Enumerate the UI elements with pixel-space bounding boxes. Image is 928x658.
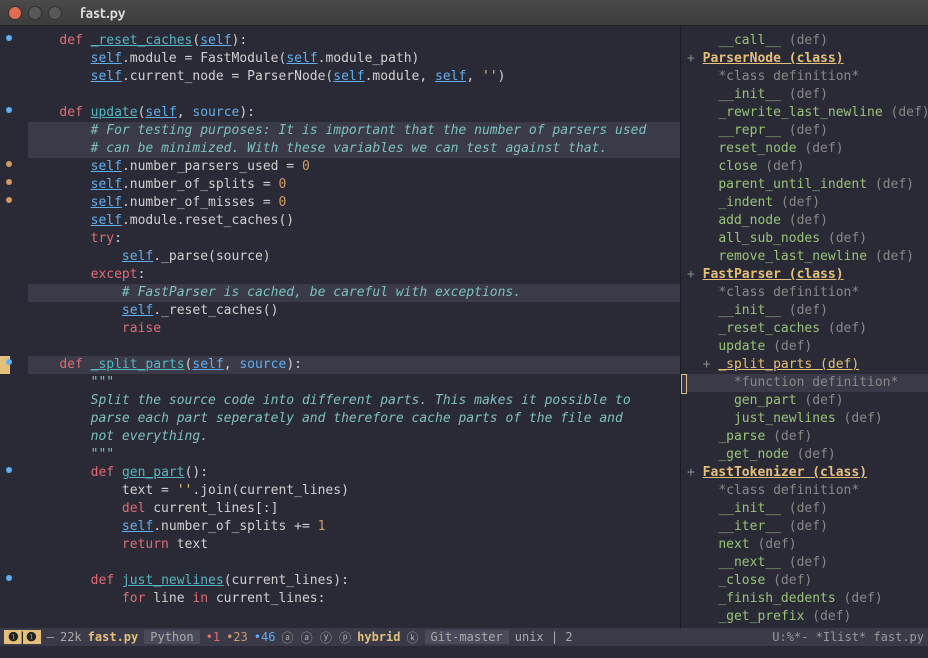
fold-marker-icon[interactable] <box>6 35 12 41</box>
status-dash: — <box>47 630 54 644</box>
outline-item[interactable]: __init__ (def) <box>681 86 928 104</box>
outline-item[interactable]: __call__ (def) <box>681 32 928 50</box>
minimize-icon[interactable] <box>28 6 42 20</box>
code-line[interactable]: self.current_node = ParserNode(self.modu… <box>28 68 680 86</box>
window-title: fast.py <box>80 5 125 21</box>
code-pane[interactable]: def _reset_caches(self): self.module = F… <box>0 26 680 628</box>
code-line[interactable]: def update(self, source): <box>28 104 680 122</box>
outline-item[interactable]: _get_prefix (def) <box>681 608 928 626</box>
code-line[interactable]: self._parse(source) <box>28 248 680 266</box>
code-line[interactable]: return text <box>28 536 680 554</box>
code-line[interactable]: # can be minimized. With these variables… <box>28 140 680 158</box>
outline-item[interactable]: *class definition* <box>681 68 928 86</box>
code-line[interactable]: self.module = FastModule(self.module_pat… <box>28 50 680 68</box>
outline-item[interactable]: *class definition* <box>681 284 928 302</box>
outline-item[interactable]: update (def) <box>681 338 928 356</box>
status-hybrid: hybrid <box>357 630 400 644</box>
code-line[interactable]: def gen_part(): <box>28 464 680 482</box>
status-size: 22k <box>60 630 82 644</box>
outline-item[interactable]: add_node (def) <box>681 212 928 230</box>
code-line[interactable]: self.number_of_splits = 0 <box>28 176 680 194</box>
outline-item[interactable]: _finish_dedents (def) <box>681 590 928 608</box>
status-err-blue[interactable]: •46 <box>254 630 276 644</box>
outline-item[interactable]: remove_last_newline (def) <box>681 248 928 266</box>
status-err-orange[interactable]: •23 <box>226 630 248 644</box>
outline-item[interactable]: _reset_caches (def) <box>681 320 928 338</box>
outline-item[interactable]: __next__ (def) <box>681 554 928 572</box>
code-line[interactable] <box>28 86 680 104</box>
code-line[interactable]: self._reset_caches() <box>28 302 680 320</box>
code-line[interactable]: self.number_of_misses = 0 <box>28 194 680 212</box>
status-right: U:%*- *Ilist* fast.py <box>772 630 924 644</box>
code-line[interactable]: try: <box>28 230 680 248</box>
outline-item[interactable]: _indent (def) <box>681 194 928 212</box>
code-line[interactable] <box>28 554 680 572</box>
outline-item[interactable]: close (def) <box>681 158 928 176</box>
outline-item[interactable]: reset_node (def) <box>681 140 928 158</box>
code-line[interactable]: def just_newlines(current_lines): <box>28 572 680 590</box>
status-git[interactable]: Git-master <box>425 630 509 644</box>
outline-item[interactable]: + ParserNode (class) <box>681 50 928 68</box>
code-line[interactable]: """ <box>28 446 680 464</box>
outline-item[interactable]: __repr__ (def) <box>681 122 928 140</box>
outline-item[interactable]: gen_part (def) <box>681 392 928 410</box>
code-line[interactable]: parse each part seperately and therefore… <box>28 410 680 428</box>
fold-marker-icon[interactable] <box>6 179 12 185</box>
code-line[interactable]: Split the source code into different par… <box>28 392 680 410</box>
fold-marker-icon[interactable] <box>6 107 12 113</box>
status-err-red[interactable]: •1 <box>206 630 220 644</box>
outline-item[interactable]: _close (def) <box>681 572 928 590</box>
outline-item[interactable]: next (def) <box>681 536 928 554</box>
bottom-pad <box>0 646 928 658</box>
code-line[interactable]: # For testing purposes: It is important … <box>28 122 680 140</box>
outline-item[interactable]: _parse (def) <box>681 428 928 446</box>
code-line[interactable]: raise <box>28 320 680 338</box>
fold-marker-icon[interactable] <box>6 197 12 203</box>
status-enc: unix | 2 <box>515 630 573 644</box>
status-mode[interactable]: Python <box>144 630 199 644</box>
outline-item[interactable]: all_sub_nodes (def) <box>681 230 928 248</box>
close-icon[interactable] <box>8 6 22 20</box>
editor-area: def _reset_caches(self): self.module = F… <box>0 26 928 628</box>
status-file: fast.py <box>88 630 139 644</box>
fold-marker-icon[interactable] <box>6 575 12 581</box>
outline-item[interactable]: + FastTokenizer (class) <box>681 464 928 482</box>
outline-pane[interactable]: __call__ (def)+ ParserNode (class) *clas… <box>680 26 928 628</box>
outline-item[interactable]: _rewrite_last_newline (def) <box>681 104 928 122</box>
titlebar: fast.py <box>0 0 928 26</box>
fold-marker-icon[interactable] <box>6 161 12 167</box>
code-line[interactable]: text = ''.join(current_lines) <box>28 482 680 500</box>
outline-item[interactable]: just_newlines (def) <box>681 410 928 428</box>
maximize-icon[interactable] <box>48 6 62 20</box>
code-line[interactable] <box>28 338 680 356</box>
code-line[interactable]: not everything. <box>28 428 680 446</box>
code-line[interactable]: self.number_parsers_used = 0 <box>28 158 680 176</box>
outline-item[interactable]: __init__ (def) <box>681 302 928 320</box>
status-flags: ⓐ ⓐ ⓨ ⓟ <box>281 629 351 646</box>
outline-item[interactable]: __iter__ (def) <box>681 518 928 536</box>
outline-item[interactable]: *function definition* <box>681 374 928 392</box>
outline-item[interactable]: + FastParser (class) <box>681 266 928 284</box>
fold-marker-icon[interactable] <box>6 359 12 365</box>
code-line[interactable]: def _reset_caches(self): <box>28 32 680 50</box>
code-line[interactable]: for line in current_lines: <box>28 590 680 608</box>
outline-item[interactable]: parent_until_indent (def) <box>681 176 928 194</box>
statusbar: ❶|❶ — 22k fast.py Python •1 •23 •46 ⓐ ⓐ … <box>0 628 928 646</box>
code-line[interactable]: del current_lines[:] <box>28 500 680 518</box>
gutter <box>0 26 22 628</box>
status-circ: ⓚ <box>406 629 418 646</box>
fold-marker-icon[interactable] <box>6 467 12 473</box>
status-warn[interactable]: ❶|❶ <box>4 630 41 644</box>
code-line[interactable]: self.number_of_splits += 1 <box>28 518 680 536</box>
code-line[interactable]: except: <box>28 266 680 284</box>
outline-item[interactable]: *class definition* <box>681 482 928 500</box>
outline-item[interactable]: _get_node (def) <box>681 446 928 464</box>
outline-item[interactable]: + _split_parts (def) <box>681 356 928 374</box>
code-line[interactable]: def _split_parts(self, source): <box>28 356 680 374</box>
code-line[interactable]: self.module.reset_caches() <box>28 212 680 230</box>
code-line[interactable]: # FastParser is cached, be careful with … <box>28 284 680 302</box>
outline-item[interactable]: __init__ (def) <box>681 500 928 518</box>
code-line[interactable]: """ <box>28 374 680 392</box>
